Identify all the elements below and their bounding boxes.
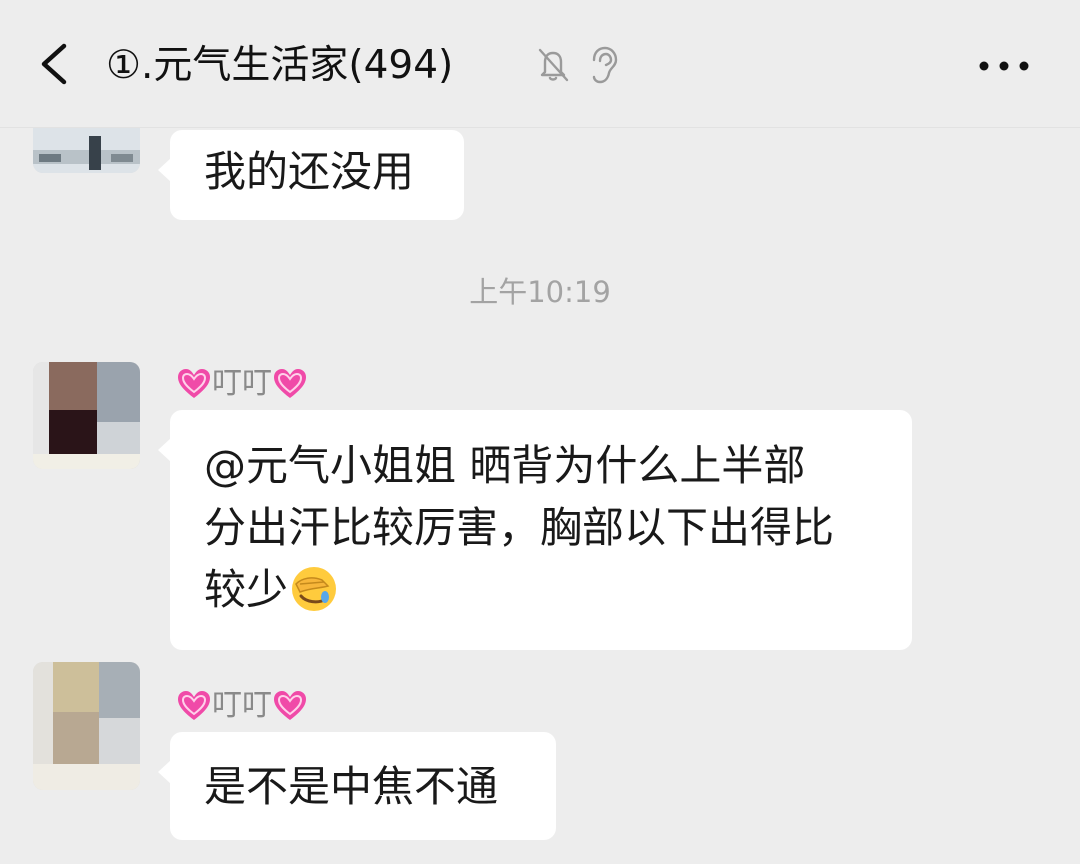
chat-header: ①.元气生活家(494) bbox=[0, 0, 1080, 128]
avatar[interactable] bbox=[33, 662, 140, 790]
message-bubble[interactable]: 我的还没用 bbox=[158, 130, 464, 220]
message-text: 较少 bbox=[204, 565, 289, 614]
back-arrow-icon bbox=[41, 43, 67, 85]
heart-icon bbox=[274, 369, 306, 398]
chat-screen: ①.元气生活家(494) 我的还没用 上午10:19 叮叮 @元气小姐姐 晒背为… bbox=[0, 0, 1080, 864]
chat-title: ①.元气生活家(494) bbox=[106, 43, 454, 88]
heart-icon bbox=[178, 369, 210, 398]
sender-name-row: 叮叮 bbox=[176, 364, 308, 404]
message-text: 是不是中焦不通 bbox=[204, 762, 499, 811]
ear-icon bbox=[592, 46, 618, 84]
message-text: 分出汗比较厉害，胸部以下出得比 bbox=[204, 503, 835, 552]
facepalm-emoji bbox=[292, 567, 337, 611]
back-button[interactable] bbox=[28, 36, 84, 92]
message-bubble[interactable]: @元气小姐姐 晒背为什么上半部 分出汗比较厉害，胸部以下出得比 较少 bbox=[158, 410, 912, 650]
heart-icon bbox=[274, 691, 306, 720]
message-text-line: 较少 bbox=[204, 559, 878, 621]
more-dots-icon bbox=[979, 61, 1029, 71]
message-text: 我的还没用 bbox=[204, 147, 415, 196]
sender-name: 叮叮 bbox=[212, 366, 272, 401]
more-button[interactable] bbox=[968, 40, 1040, 92]
message-bubble[interactable]: 是不是中焦不通 bbox=[158, 732, 556, 840]
sender-name-row: 叮叮 bbox=[176, 686, 308, 726]
timestamp: 上午10:19 bbox=[469, 275, 611, 309]
sender-name: 叮叮 bbox=[212, 688, 272, 723]
bell-muted-icon bbox=[538, 48, 569, 82]
message-text: @元气小姐姐 晒背为什么上半部 bbox=[204, 441, 806, 490]
heart-icon bbox=[178, 691, 210, 720]
avatar[interactable] bbox=[33, 362, 140, 469]
